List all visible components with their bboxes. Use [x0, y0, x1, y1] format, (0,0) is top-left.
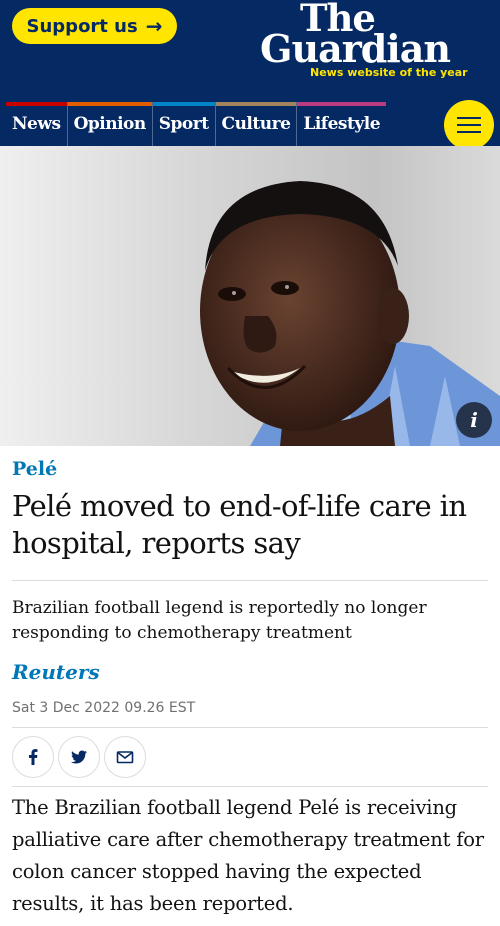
arrow-right-icon: →: [145, 14, 163, 38]
guardian-logo[interactable]: The Guardian News website of the year: [260, 0, 470, 80]
hamburger-icon-line: [457, 131, 481, 133]
article-kicker[interactable]: Pelé: [12, 458, 57, 480]
nav-pillar-bar: [6, 102, 67, 106]
logo-line-guardian: Guardian: [260, 26, 451, 71]
nav-pillar-bar: [67, 102, 152, 106]
pillar-nav: News Opinion Sport Culture Lifestyle: [0, 100, 500, 150]
support-us-button[interactable]: Support us →: [12, 8, 177, 44]
nav-item-label: News: [12, 114, 61, 134]
nav-pillar-bar: [152, 102, 215, 106]
portrait-illustration: [0, 146, 500, 446]
nav-pillar-bar: [215, 102, 297, 106]
logo-tagline: News website of the year: [310, 66, 468, 79]
hamburger-icon-line: [457, 124, 481, 126]
nav-item-label: Lifestyle: [303, 114, 381, 134]
divider: [12, 786, 488, 787]
hero-image: [0, 146, 500, 446]
nav-item-label: Sport: [158, 114, 209, 134]
image-info-button[interactable]: i: [456, 402, 492, 438]
nav-item-news[interactable]: News: [6, 102, 68, 146]
twitter-icon: [71, 750, 87, 764]
article-dateline: Sat 3 Dec 2022 09.26 EST: [12, 700, 196, 716]
masthead: Support us → The Guardian News website o…: [0, 0, 500, 102]
divider: [12, 580, 488, 581]
nav-item-lifestyle[interactable]: Lifestyle: [297, 102, 387, 146]
support-us-label: Support us: [26, 15, 138, 37]
nav-pillar-bar: [297, 102, 387, 106]
hamburger-icon-line: [457, 117, 481, 119]
share-email-button[interactable]: [104, 736, 146, 778]
nav-item-label: Opinion: [73, 114, 147, 134]
facebook-icon: [29, 749, 38, 765]
share-facebook-button[interactable]: [12, 736, 54, 778]
share-twitter-button[interactable]: [58, 736, 100, 778]
email-icon: [116, 751, 134, 764]
divider: [12, 727, 488, 728]
nav-item-opinion[interactable]: Opinion: [67, 102, 153, 146]
nav-item-culture[interactable]: Culture: [215, 102, 298, 146]
article-standfirst: Brazilian football legend is reportedly …: [12, 598, 427, 643]
article-byline[interactable]: Reuters: [12, 660, 100, 684]
share-buttons: [12, 736, 146, 778]
nav-item-label: Culture: [221, 114, 291, 134]
menu-button[interactable]: [444, 100, 494, 150]
article-body-paragraph: The Brazilian football legend Pelé is re…: [12, 796, 484, 915]
article-headline: Pelé moved to end-of-life care in hospit…: [12, 489, 467, 560]
nav-item-sport[interactable]: Sport: [152, 102, 216, 146]
